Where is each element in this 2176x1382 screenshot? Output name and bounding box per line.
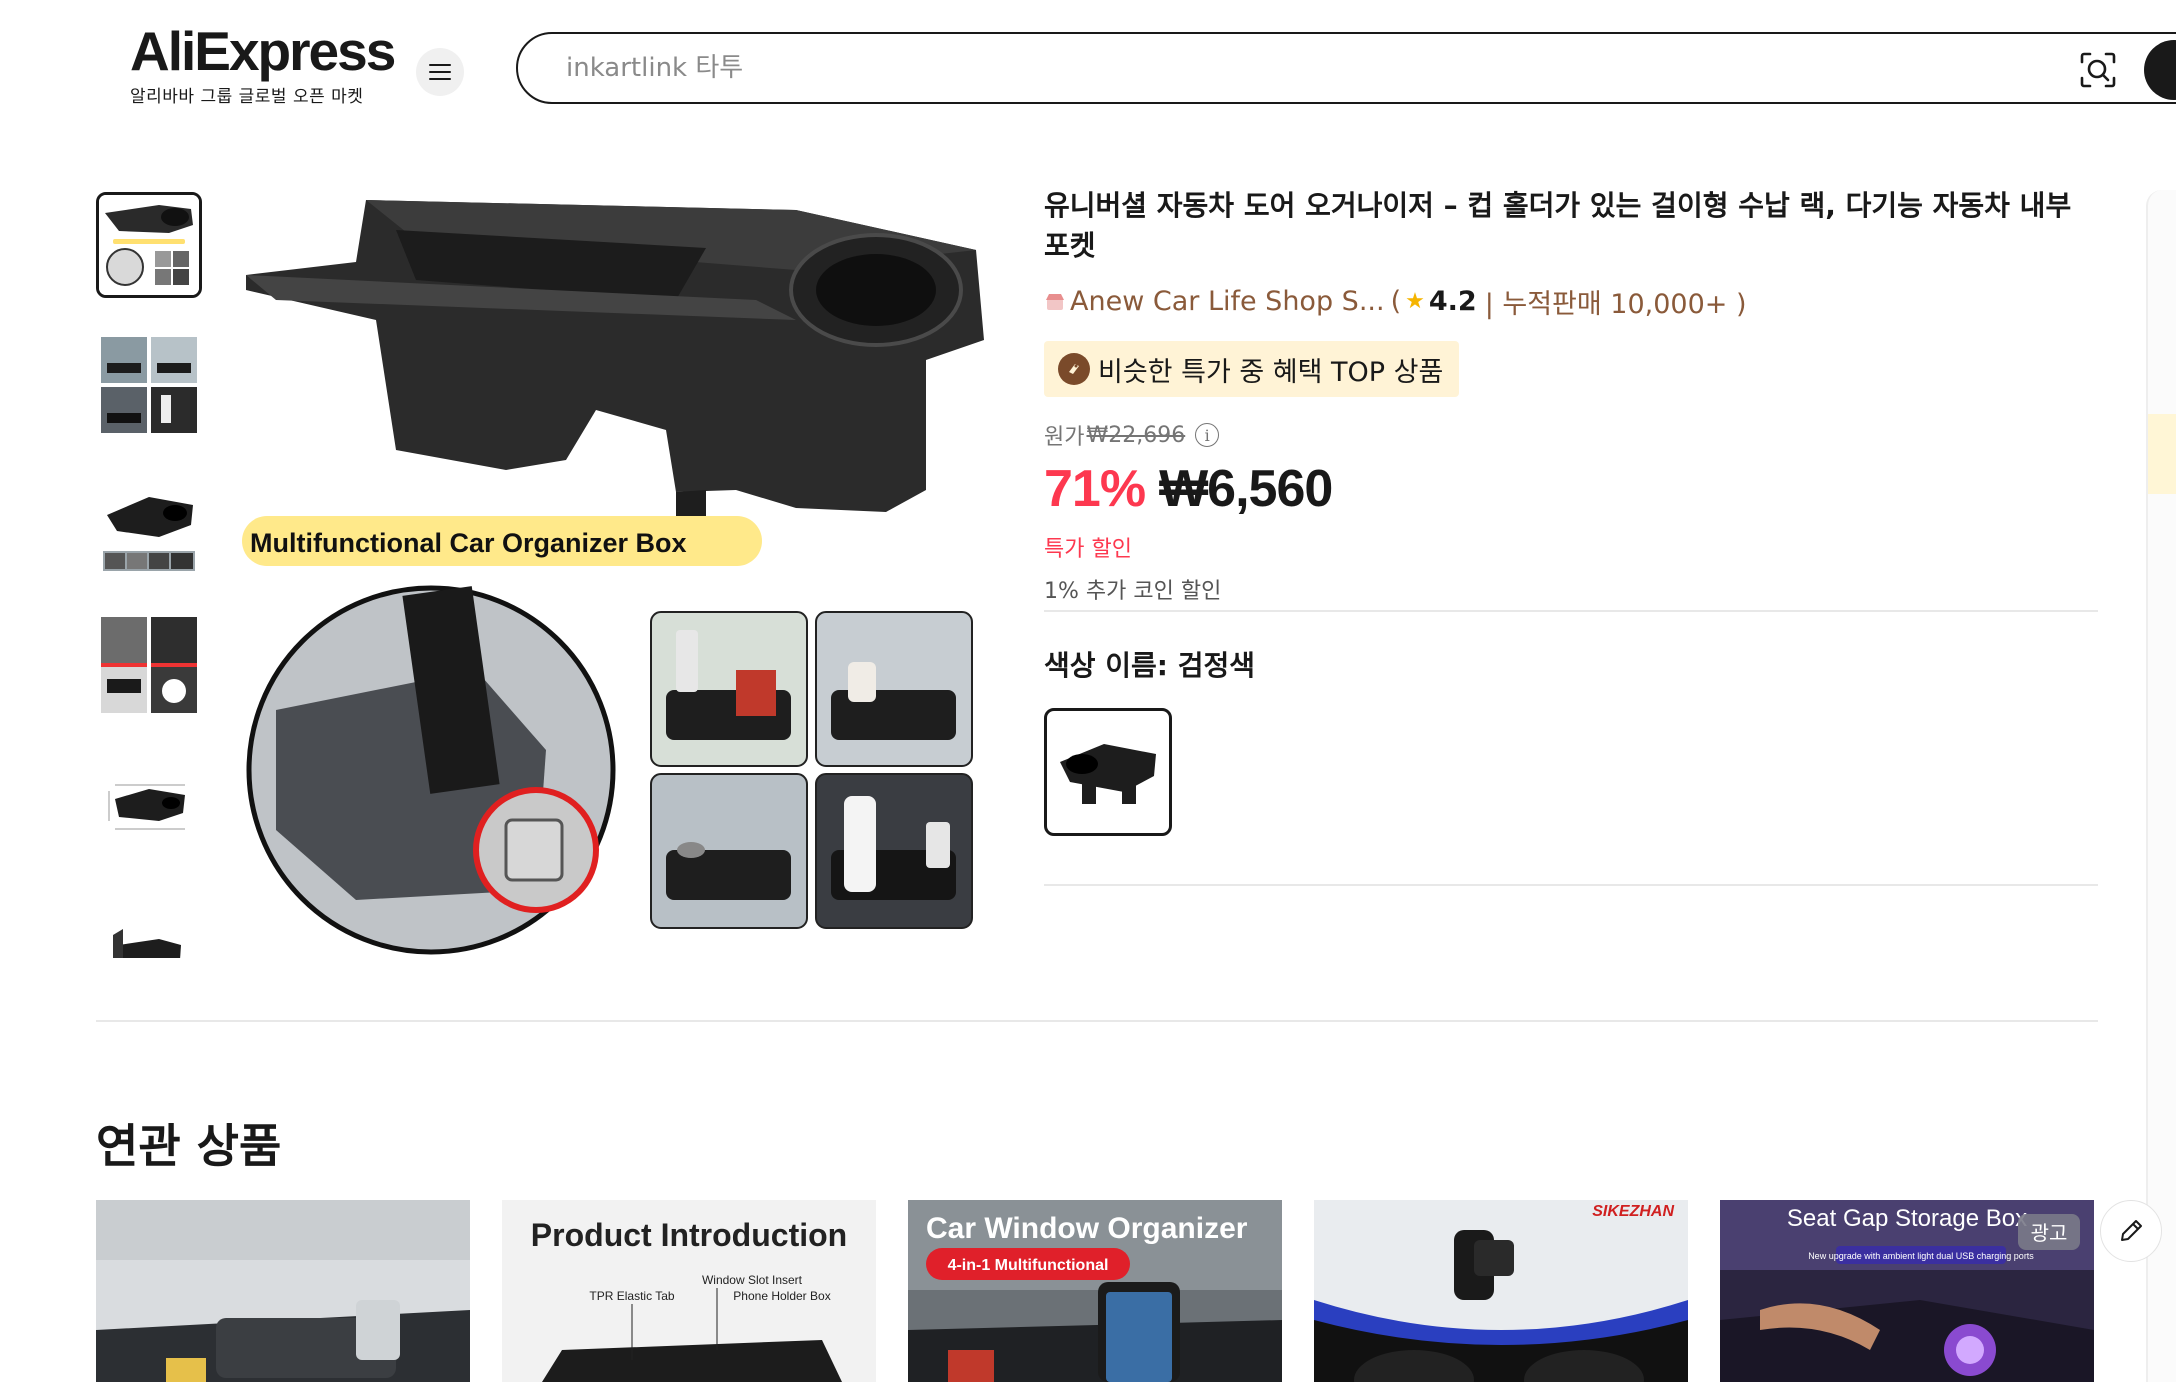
card-headline: Product Introduction [531, 1217, 847, 1253]
product-thumbnail-image [99, 475, 199, 575]
section-divider [96, 1020, 2098, 1022]
thumbnail-1[interactable] [96, 192, 202, 298]
product-info: 유니버셜 자동차 도어 오거나이저 – 컵 홀더가 있는 걸이형 수납 랙, 다… [1044, 186, 2098, 605]
main-image-caption: Multifunctional Car Organizer Box [250, 528, 687, 558]
divider [1044, 884, 2098, 886]
store-name-link[interactable]: Anew Car Life Shop S... [1070, 286, 1385, 317]
image-search-icon[interactable] [2078, 50, 2118, 90]
product-image: SIKEZHAN [1314, 1200, 1688, 1382]
car-organizer-image: Multifunctional Car Organizer Box [236, 190, 996, 960]
swatch-image [1052, 716, 1164, 828]
store-paren-open: ( [1390, 286, 1402, 317]
original-price-row: 원가 ₩22,696 i [1044, 419, 2098, 451]
product-image: Car Window Organizer 4-in-1 Multifunctio… [908, 1200, 1282, 1382]
related-product-card[interactable]: Car Window Organizer 4-in-1 Multifunctio… [908, 1200, 1282, 1382]
thumbnail-2[interactable] [96, 332, 202, 438]
site-header: AliExpress 알리바바 그룹 글로벌 오픈 마켓 [0, 0, 2176, 130]
coin-discount: 1% 추가 코인 할인 [1044, 579, 1222, 604]
search-input[interactable] [566, 48, 2066, 88]
product-thumbnail-image [99, 895, 199, 958]
thumbnail-4[interactable] [96, 612, 202, 718]
related-product-card[interactable]: Product Introduction Window Slot Insert … [502, 1200, 876, 1382]
store-row: Anew Car Life Shop S... ( ★ 4.2 | 누적판매 1… [1044, 282, 2098, 321]
product-image: Seat Gap Storage Box New upgrade with am… [1720, 1200, 2094, 1382]
menu-button[interactable] [416, 48, 464, 96]
aliexpress-logo[interactable]: AliExpress 알리바바 그룹 글로벌 오픈 마켓 [130, 20, 396, 107]
info-icon[interactable]: i [1195, 423, 1220, 447]
card-label: Window Slot Insert [702, 1273, 803, 1287]
store-icon [1046, 293, 1064, 310]
hamburger-icon [429, 64, 451, 80]
product-image: Product Introduction Window Slot Insert … [502, 1200, 876, 1382]
product-thumbnail-image [101, 617, 197, 713]
side-panel-highlight [2148, 414, 2176, 494]
discount-percent: 71% [1044, 460, 1146, 518]
logo-subtitle: 알리바바 그룹 글로벌 오픈 마켓 [130, 87, 364, 107]
card-headline: Seat Gap Storage Box [1787, 1205, 2027, 1232]
card-subtitle: New upgrade with ambient light dual USB … [1808, 1251, 2034, 1261]
right-side-panel [2146, 190, 2176, 1382]
card-label: Phone Holder Box [733, 1289, 830, 1303]
thumbnail-list [96, 192, 204, 958]
product-thumbnail-image [99, 195, 199, 295]
thumbnail-3[interactable] [96, 472, 202, 578]
divider [1044, 610, 2098, 612]
card-tag: 4-in-1 Multifunctional [948, 1257, 1109, 1274]
store-sales: | 누적판매 10,000+ ) [1484, 289, 1747, 320]
sale-label: 특가 할인 [1044, 537, 1132, 562]
badge-text: 비슷한 특가 중 혜택 TOP 상품 [1098, 356, 1444, 388]
related-product-card[interactable] [96, 1200, 470, 1382]
thumbnail-6[interactable] [96, 892, 202, 958]
top-deal-badge: 비슷한 특가 중 혜택 TOP 상품 [1044, 341, 1460, 397]
related-products-title: 연관 상품 [96, 1119, 282, 1173]
original-price: ₩22,696 [1086, 422, 1186, 448]
original-price-label: 원가 [1044, 425, 1085, 450]
color-swatch-black[interactable] [1044, 708, 1172, 836]
card-brand: SIKEZHAN [1592, 1203, 1674, 1220]
color-label: 색상 이름: 검정색 [1044, 649, 1256, 682]
product-image [96, 1200, 470, 1382]
related-product-card[interactable]: Seat Gap Storage Box New upgrade with am… [1720, 1200, 2094, 1382]
product-thumbnail-image [101, 337, 197, 433]
card-headline: Car Window Organizer [926, 1212, 1248, 1245]
thumbnail-5[interactable] [96, 752, 202, 858]
search-bar [516, 32, 2176, 104]
ad-badge: 광고 [2031, 1221, 2068, 1245]
store-rating: 4.2 [1428, 286, 1477, 317]
pencil-icon [2121, 1220, 2142, 1241]
card-label: TPR Elastic Tab [589, 1289, 674, 1303]
related-products-list: Product Introduction Window Slot Insert … [96, 1200, 2098, 1382]
main-product-image[interactable]: Multifunctional Car Organizer Box [236, 190, 996, 960]
product-title: 유니버셜 자동차 도어 오거나이저 – 컵 홀더가 있는 걸이형 수납 랙, 다… [1044, 189, 2072, 262]
edit-button[interactable] [2100, 1200, 2162, 1262]
deal-tag-icon [1058, 353, 1090, 385]
product-thumbnail-image [99, 755, 199, 855]
price-row: 71% ₩6,560 [1044, 459, 2098, 519]
related-product-card[interactable]: SIKEZHAN [1314, 1200, 1688, 1382]
sale-price: ₩6,560 [1159, 460, 1333, 518]
logo-wordmark: AliExpress [130, 20, 396, 82]
star-icon: ★ [1405, 289, 1425, 314]
